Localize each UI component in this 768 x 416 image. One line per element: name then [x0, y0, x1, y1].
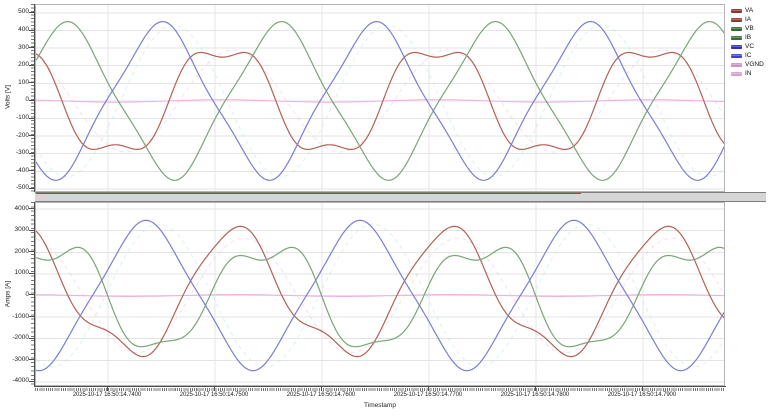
plot-canvas: [36, 5, 724, 191]
y-tick-mark: [29, 152, 35, 154]
y-tick-label: -200: [15, 131, 29, 139]
legend-swatch-icon: [731, 71, 742, 76]
y-tick-label: -1000: [12, 312, 29, 320]
x-tick-label: 2025-10-17 16:50:14.7400: [72, 392, 142, 398]
y-tick-mark: [29, 208, 35, 210]
y-tick-mark: [29, 170, 35, 172]
y-tick-label: 0: [25, 96, 29, 104]
y-tick-label: -500: [15, 184, 29, 192]
y-tick-label: 300: [18, 43, 29, 51]
legend: VA IA VB IB VC IC VGND IN: [731, 6, 764, 78]
y-tick-mark: [29, 187, 35, 189]
y-tick-mark: [29, 82, 35, 84]
legend-swatch-icon: [731, 62, 742, 67]
legend-item-VA[interactable]: VA: [731, 6, 764, 15]
y-tick-mark: [29, 99, 35, 101]
legend-item-VB[interactable]: VB: [731, 24, 764, 33]
legend-label: IB: [745, 33, 752, 41]
legend-label: VGND: [745, 60, 764, 68]
legend-label: IC: [745, 51, 752, 59]
voltage-minor-ticks: [31, 4, 34, 192]
y-tick-mark: [29, 359, 35, 361]
y-tick-label: 3000: [14, 226, 29, 234]
x-tick-label: 2025-10-17 16:50:14.7800: [500, 392, 570, 398]
y-tick-label: 100: [18, 78, 29, 86]
y-tick-mark: [29, 135, 35, 137]
legend-item-VGND[interactable]: VGND: [731, 60, 764, 69]
y-tick-mark: [29, 29, 35, 31]
legend-label: VB: [745, 24, 754, 32]
x-tick-label: 2025-10-17 16:50:14.7500: [179, 392, 249, 398]
y-tick-label: -2000: [12, 334, 29, 342]
divider-accent-line: [36, 193, 581, 194]
plot-canvas: [36, 203, 724, 385]
y-tick-label: 500: [18, 8, 29, 16]
x-tick-label: 2025-10-17 16:50:14.7900: [607, 392, 677, 398]
x-axis-line: [34, 386, 726, 387]
legend-swatch-icon: [731, 53, 742, 58]
x-tick-mark: [320, 387, 322, 391]
legend-item-IC[interactable]: IC: [731, 51, 764, 60]
legend-label: IA: [745, 15, 752, 23]
legend-item-IN[interactable]: IN: [731, 69, 764, 78]
x-tick-label: 2025-10-17 16:50:14.7600: [286, 392, 356, 398]
y-tick-label: 0: [25, 290, 29, 298]
y-tick-mark: [29, 251, 35, 253]
y-tick-label: 1000: [14, 269, 29, 277]
waveform-viewer: Volts [V] Amps [A] Timestamp VA IA VB IB VC I…: [0, 0, 768, 416]
y-tick-label: 2000: [14, 247, 29, 255]
y-tick-mark: [29, 64, 35, 66]
y-tick-label: -3000: [12, 355, 29, 363]
y-tick-mark: [29, 272, 35, 274]
current-plot-area[interactable]: [35, 202, 725, 386]
y-tick-mark: [29, 117, 35, 119]
time-minor-ticks: [35, 388, 725, 391]
legend-label: VA: [745, 6, 754, 14]
legend-swatch-icon: [731, 8, 742, 13]
legend-item-VC[interactable]: VC: [731, 42, 764, 51]
x-tick-mark: [106, 387, 108, 391]
y-tick-mark: [29, 229, 35, 231]
y-tick-label: -100: [15, 114, 29, 122]
y-tick-mark: [29, 11, 35, 13]
legend-item-IB[interactable]: IB: [731, 33, 764, 42]
x-tick-mark: [641, 387, 643, 391]
legend-item-IA[interactable]: IA: [731, 15, 764, 24]
voltage-plot-area[interactable]: [35, 4, 725, 192]
legend-label: IN: [745, 69, 752, 77]
voltage-y-axis-line: [34, 4, 35, 192]
legend-swatch-icon: [731, 35, 742, 40]
legend-swatch-icon: [731, 26, 742, 31]
y-tick-mark: [29, 47, 35, 49]
legend-label: VC: [745, 42, 755, 50]
x-axis-title: Timestamp: [364, 402, 396, 409]
y-tick-mark: [29, 294, 35, 296]
y-tick-label: -400: [15, 166, 29, 174]
y-tick-mark: [29, 337, 35, 339]
legend-swatch-icon: [731, 44, 742, 49]
x-tick-mark: [534, 387, 536, 391]
y-tick-label: -300: [15, 149, 29, 157]
y-tick-label: -4000: [12, 377, 29, 385]
x-tick-mark: [213, 387, 215, 391]
legend-swatch-icon: [731, 17, 742, 22]
waveform-IA: [36, 225, 724, 358]
x-tick-label: 2025-10-17 16:50:14.7700: [393, 392, 463, 398]
y-tick-mark: [29, 316, 35, 318]
x-tick-mark: [427, 387, 429, 391]
y-tick-label: 200: [18, 61, 29, 69]
y-tick-label: 4000: [14, 204, 29, 212]
y-tick-mark: [29, 380, 35, 382]
y-tick-label: 400: [18, 26, 29, 34]
